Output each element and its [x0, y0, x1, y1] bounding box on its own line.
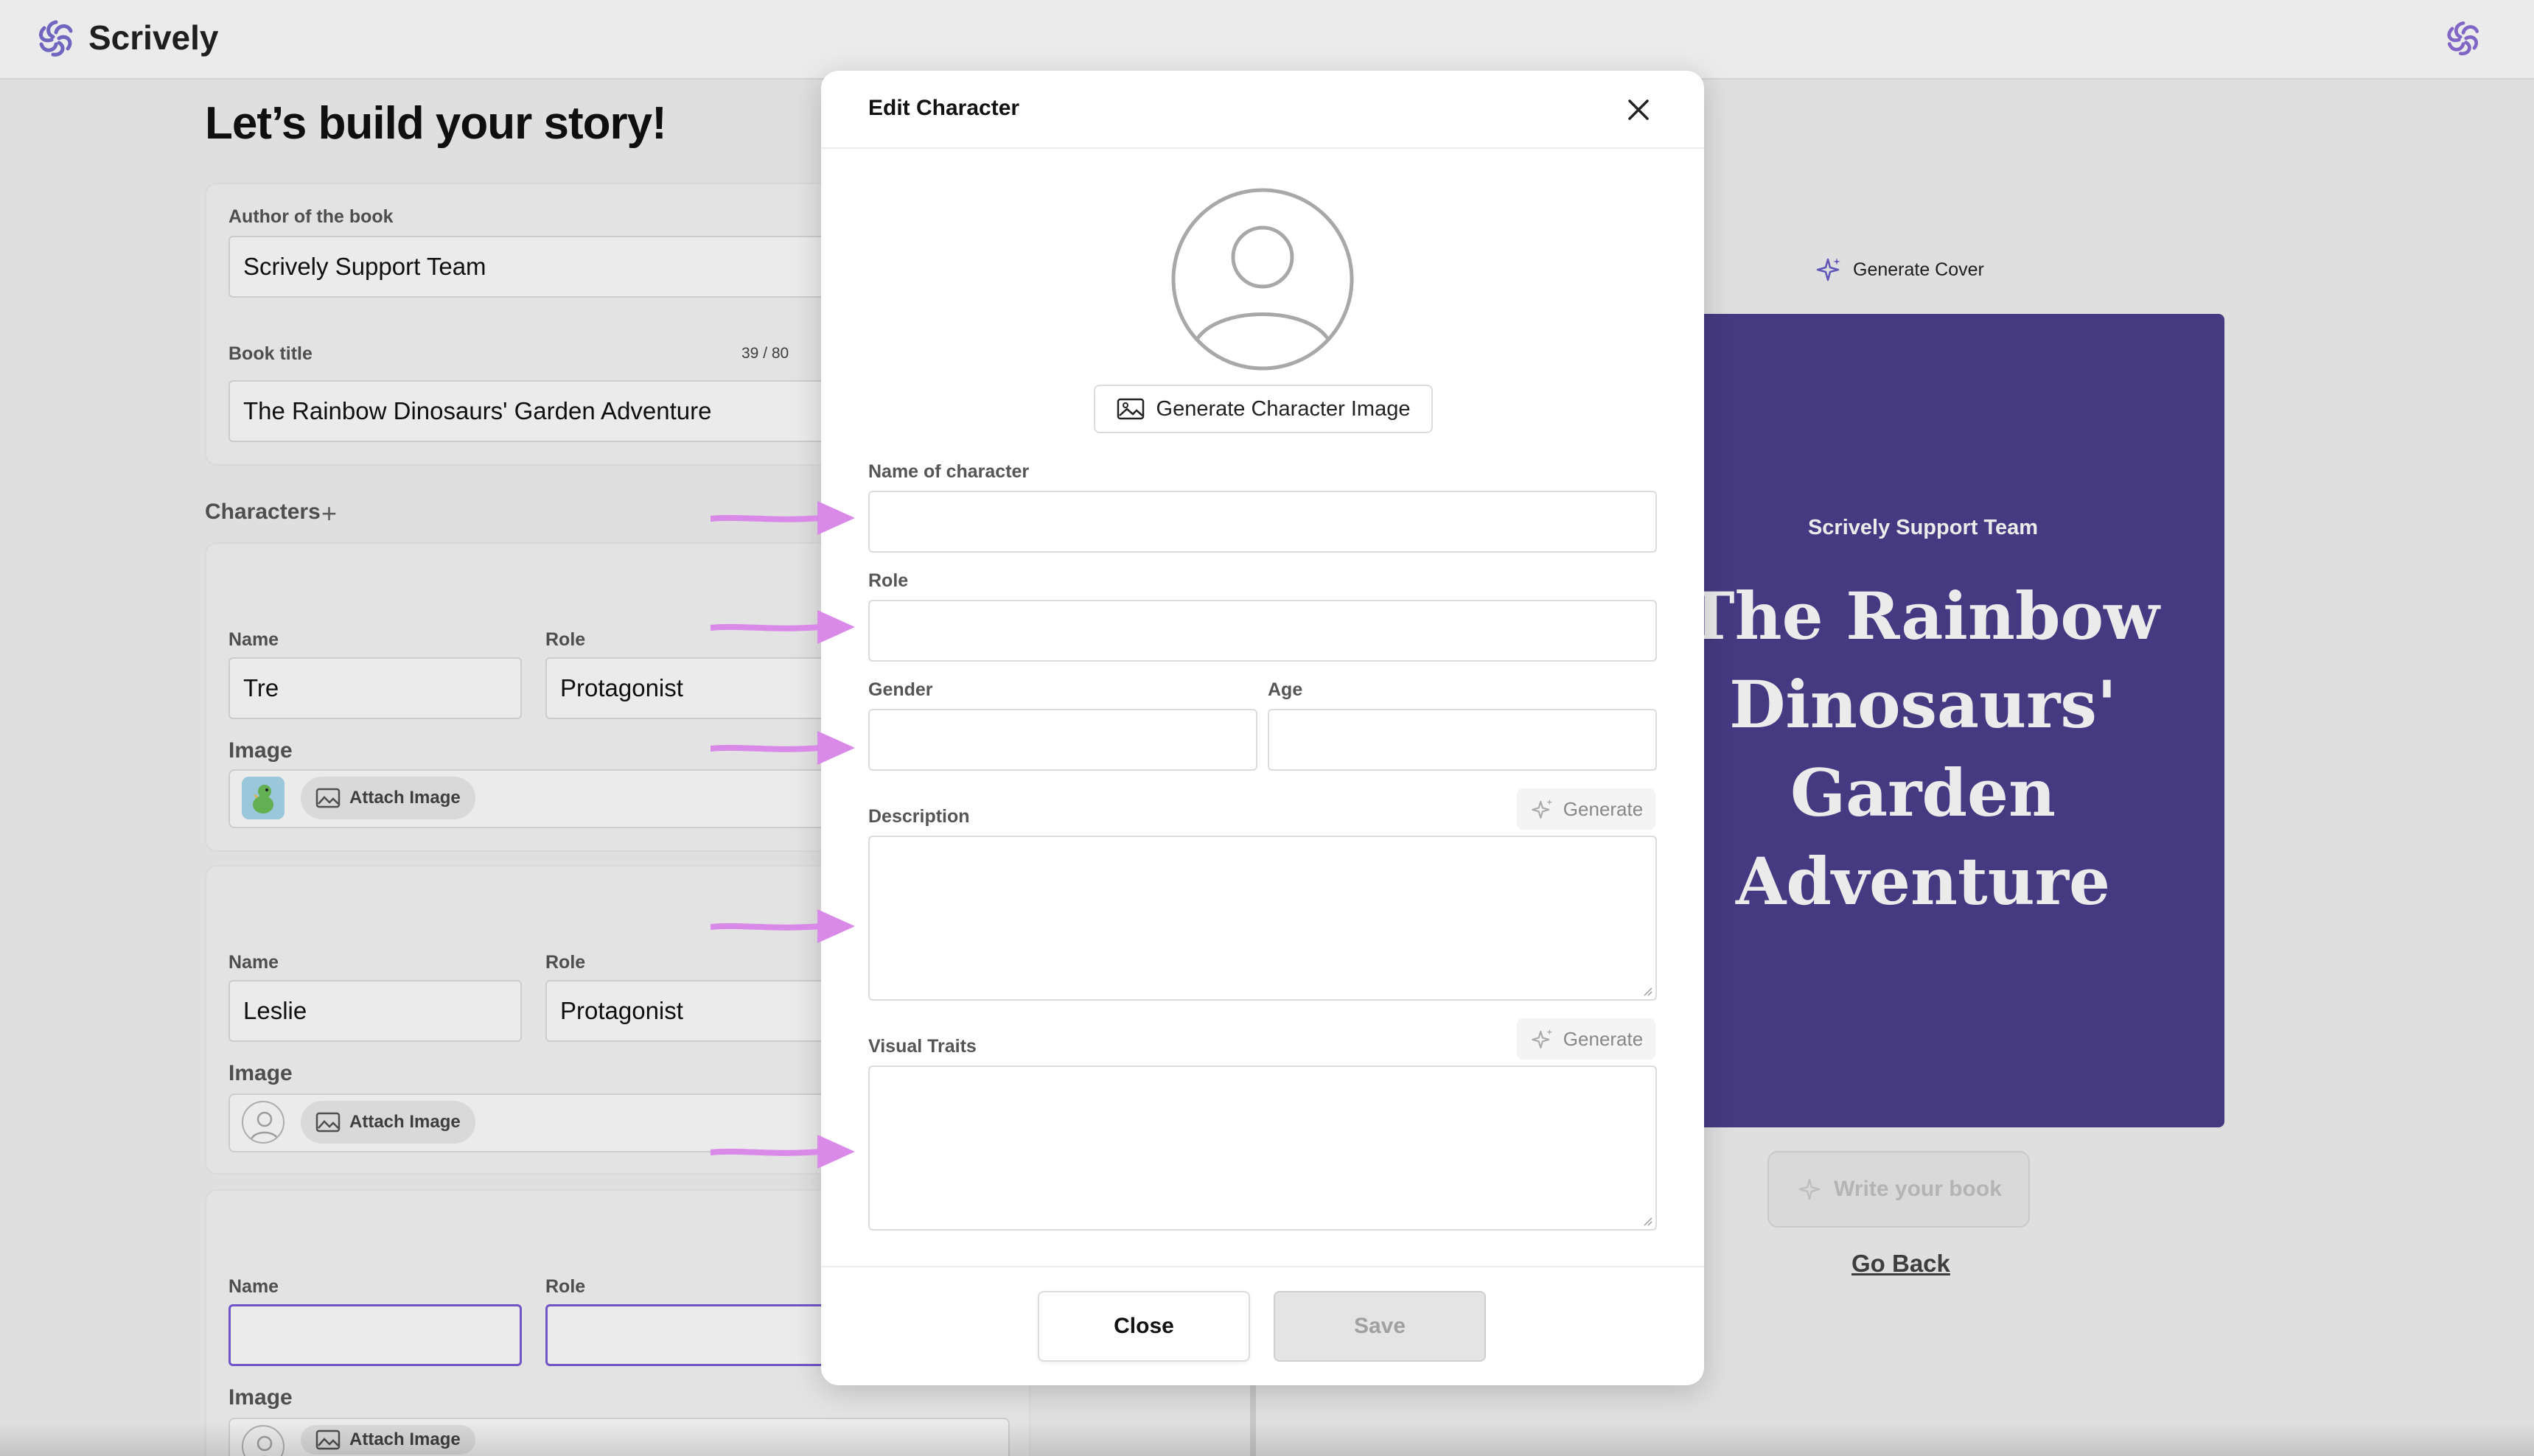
annotation-arrow-icon — [711, 1135, 855, 1169]
generate-visual-traits-button[interactable]: Generate — [1517, 1018, 1655, 1060]
close-icon[interactable] — [1622, 93, 1655, 127]
sparkle-icon — [1531, 1029, 1553, 1049]
description-textarea[interactable] — [868, 836, 1657, 1001]
modal-footer — [821, 1266, 1704, 1385]
annotation-arrow-icon — [711, 501, 855, 535]
image-icon — [1117, 398, 1144, 420]
modal-header: Edit Character — [821, 71, 1704, 149]
bottom-shadow — [0, 1422, 2534, 1456]
name-of-character-input[interactable] — [868, 491, 1657, 553]
role-input[interactable] — [868, 600, 1657, 662]
gender-input[interactable] — [868, 709, 1257, 771]
gender-label: Gender — [868, 679, 933, 700]
annotation-arrow-icon — [711, 610, 855, 644]
resize-handle-icon[interactable] — [1642, 1216, 1652, 1226]
annotation-arrow-icon — [711, 731, 855, 765]
generate-character-image-button[interactable]: Generate Character Image — [1094, 385, 1433, 433]
generate-description-button[interactable]: Generate — [1517, 788, 1655, 830]
save-button[interactable]: Save — [1274, 1291, 1486, 1362]
generate-label: Generate — [1563, 797, 1644, 820]
name-of-character-label: Name of character — [868, 461, 1030, 482]
visual-traits-textarea[interactable] — [868, 1065, 1657, 1231]
role-label: Role — [868, 570, 909, 591]
generate-label: Generate — [1563, 1027, 1644, 1050]
description-label: Description — [868, 806, 970, 827]
annotation-arrow-icon — [711, 909, 855, 943]
modal-title: Edit Character — [868, 96, 1020, 120]
age-label: Age — [1268, 679, 1303, 700]
character-avatar-placeholder-icon — [1171, 188, 1354, 371]
visual-traits-label: Visual Traits — [868, 1036, 977, 1057]
resize-handle-icon[interactable] — [1642, 986, 1652, 996]
age-input[interactable] — [1268, 709, 1657, 771]
generate-character-image-label: Generate Character Image — [1156, 396, 1411, 421]
close-button[interactable]: Close — [1038, 1291, 1250, 1362]
edit-character-modal: Edit Character Generate Character Image … — [821, 71, 1704, 1385]
sparkle-icon — [1531, 799, 1553, 819]
